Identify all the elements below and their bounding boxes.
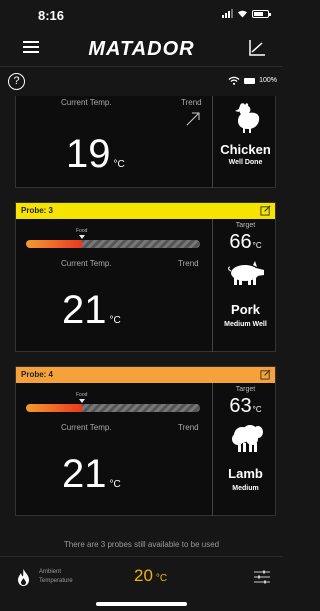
wifi-icon <box>238 10 247 18</box>
edit-icon[interactable] <box>260 369 271 380</box>
current-temp: 19 °C <box>66 132 125 176</box>
doneness: Medium Well <box>224 321 267 328</box>
ambient-bar: Ambient Temperature 20 °C <box>0 556 283 596</box>
status-bar: 8:16 <box>0 0 283 28</box>
probe-readings: Food Current Temp. Trend 21 °C <box>16 219 212 352</box>
target-temp: 66°C <box>229 231 262 253</box>
target-temp: 63°C <box>229 395 262 417</box>
brand-logo: MATADOR <box>88 38 195 60</box>
ambient-label: Ambient Temperature <box>39 568 73 586</box>
current-temp-label: Current Temp. <box>61 423 112 432</box>
meat-info: Target 63°C Lamb Medium <box>212 383 277 516</box>
connection-status: 100% <box>228 76 277 85</box>
food-marker <box>79 235 85 239</box>
trend-arrow-icon <box>186 112 200 126</box>
help-icon[interactable]: ? <box>8 73 25 90</box>
pig-icon <box>213 261 278 287</box>
trend-label: Trend <box>181 98 202 107</box>
current-temp-label: Current Temp. <box>61 98 112 107</box>
current-temp: 21 °C <box>62 288 121 332</box>
app-header: MATADOR <box>0 30 283 66</box>
ambient-temp: 20 °C <box>134 566 168 585</box>
probe-readings: Current Temp. Trend 19 °C <box>16 96 212 188</box>
doneness: Medium <box>232 485 259 492</box>
probe-card[interactable]: Probe: 4 Food Current Temp. Trend 21 °C T… <box>15 366 276 516</box>
temp-progress-bar <box>26 240 200 248</box>
trend-label: Trend <box>178 423 199 432</box>
sub-header: ? 100% <box>0 66 283 96</box>
flame-icon <box>18 569 29 586</box>
target-label: Target <box>235 222 256 229</box>
current-temp: 21 °C <box>62 452 121 496</box>
probe-card[interactable]: Probe: 3 Food Current Temp. Trend 21 °C T… <box>15 202 276 352</box>
temp-progress-bar <box>26 404 200 412</box>
ambient-label-line2: Temperature <box>39 578 73 584</box>
probe-header: Probe: 4 <box>16 367 275 383</box>
probe-card[interactable]: Current Temp. Trend 19 °C Chicken Well Do… <box>15 96 276 188</box>
food-label: Food <box>76 228 88 234</box>
status-icons <box>222 9 271 18</box>
probe-readings: Food Current Temp. Trend 21 °C <box>16 383 212 516</box>
food-label: Food <box>76 392 88 398</box>
sheep-icon <box>213 423 278 453</box>
settings-sliders-icon[interactable] <box>254 570 270 584</box>
wifi-icon <box>228 76 240 85</box>
chart-icon[interactable] <box>248 39 266 57</box>
progress-fill <box>26 240 82 248</box>
probe-label: Probe: 3 <box>21 206 54 215</box>
doneness: Well Done <box>228 159 263 166</box>
meat-name: Pork <box>231 302 260 317</box>
battery-percent: 100% <box>259 77 277 84</box>
home-indicator[interactable] <box>96 602 187 606</box>
battery-icon <box>244 77 256 84</box>
chicken-icon <box>213 102 278 134</box>
battery-icon <box>252 9 271 18</box>
meat-name: Lamb <box>228 466 263 481</box>
current-temp-label: Current Temp. <box>61 259 112 268</box>
probes-available-message: There are 3 probes still available to be… <box>63 540 220 549</box>
probe-header: Probe: 3 <box>16 203 275 219</box>
status-time: 8:16 <box>38 8 65 23</box>
probe-label: Probe: 4 <box>21 370 54 379</box>
meat-name: Chicken <box>220 142 271 157</box>
meat-info: Chicken Well Done <box>212 96 277 188</box>
target-label: Target <box>235 386 256 393</box>
food-marker <box>79 399 85 403</box>
trend-label: Trend <box>178 259 199 268</box>
edit-icon[interactable] <box>260 205 271 216</box>
ambient-label-line1: Ambient <box>39 569 62 575</box>
meat-info: Target 66°C Pork Medium Well <box>212 219 277 352</box>
signal-icon <box>222 9 233 18</box>
progress-fill <box>26 404 82 412</box>
